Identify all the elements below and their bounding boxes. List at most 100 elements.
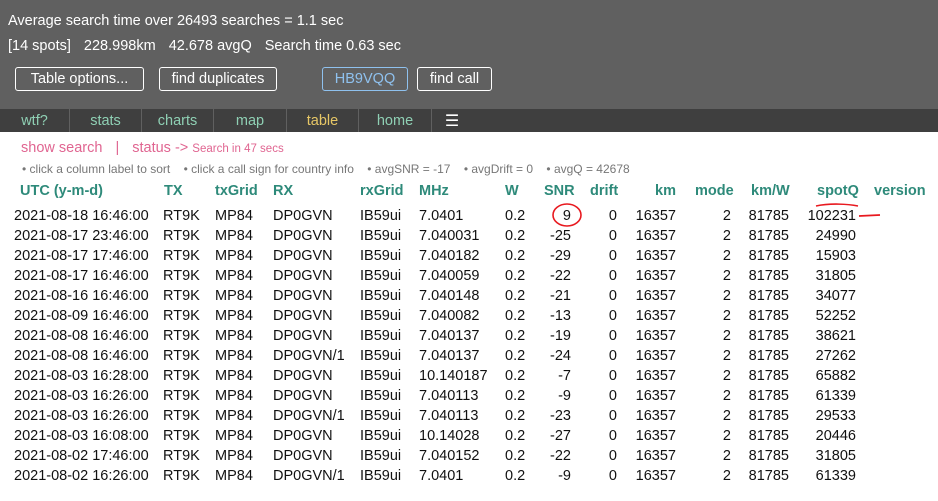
cell-tx[interactable]: RT9K: [163, 428, 200, 444]
col-utc[interactable]: UTC (y-m-d): [20, 183, 103, 199]
cell-tx[interactable]: RT9K: [163, 448, 200, 464]
cell-tx[interactable]: RT9K: [163, 208, 200, 224]
cell-tx[interactable]: RT9K: [163, 288, 200, 304]
status-detail: Search in 47 secs: [192, 143, 284, 155]
cell-w: 0.2: [505, 268, 526, 284]
hint-avg-q: • avgQ = 42678: [546, 162, 630, 176]
cell-kmw: 81785: [748, 368, 789, 384]
col-snr[interactable]: SNR: [544, 183, 575, 199]
cell-tx[interactable]: RT9K: [163, 348, 200, 364]
cell-rx[interactable]: DP0GVN: [273, 268, 333, 284]
cell-rx[interactable]: DP0GVN/1: [273, 408, 345, 424]
cell-snr: -25: [550, 228, 571, 244]
cell-tx[interactable]: RT9K: [163, 368, 200, 384]
col-version[interactable]: version: [874, 183, 926, 199]
nav-item-wtf[interactable]: wtf?: [0, 109, 70, 132]
cell-kmw: 81785: [748, 308, 789, 324]
col-spotq[interactable]: spotQ: [817, 183, 859, 199]
cell-drift: 0: [608, 208, 617, 224]
cell-mhz: 10.14028: [419, 428, 480, 444]
col-tx[interactable]: TX: [164, 183, 183, 199]
show-search-link[interactable]: show search: [21, 140, 102, 156]
cell-drift: 0: [608, 428, 617, 444]
col-mhz[interactable]: MHz: [419, 183, 449, 199]
cell-rx[interactable]: DP0GVN: [273, 248, 333, 264]
cell-km: 16357: [635, 328, 676, 344]
cell-rx[interactable]: DP0GVN/1: [273, 468, 345, 484]
cell-txgrid: MP84: [215, 348, 253, 364]
cell-w: 0.2: [505, 328, 526, 344]
cell-utc: 2021-08-08 16:46:00: [14, 348, 149, 364]
col-rx[interactable]: RX: [273, 183, 293, 199]
cell-mhz: 7.040113: [419, 408, 479, 424]
hamburger-menu-icon[interactable]: ☰: [432, 109, 472, 132]
cell-drift: 0: [608, 308, 617, 324]
cell-utc: 2021-08-02 16:26:00: [14, 468, 149, 484]
cell-utc: 2021-08-08 16:46:00: [14, 328, 149, 344]
col-mode[interactable]: mode: [695, 183, 734, 199]
cell-snr: -19: [550, 328, 571, 344]
cell-rx[interactable]: DP0GVN: [273, 388, 333, 404]
cell-rx[interactable]: DP0GVN: [273, 448, 333, 464]
cell-utc: 2021-08-18 16:46:00: [14, 208, 149, 224]
cell-tx[interactable]: RT9K: [163, 308, 200, 324]
nav-item-table[interactable]: table: [287, 109, 359, 132]
cell-rx[interactable]: DP0GVN/1: [273, 348, 345, 364]
cell-spotq: 27262: [815, 348, 856, 364]
cell-km: 16357: [635, 368, 676, 384]
cell-rx[interactable]: DP0GVN: [273, 428, 333, 444]
cell-utc: 2021-08-17 17:46:00: [14, 248, 149, 264]
cell-tx[interactable]: RT9K: [163, 388, 200, 404]
cell-rxgrid: IB59ui: [360, 368, 402, 384]
cell-rxgrid: IB59ui: [360, 328, 402, 344]
col-km[interactable]: km: [655, 183, 676, 199]
cell-kmw: 81785: [748, 268, 789, 284]
table-options-button[interactable]: Table options...: [15, 67, 144, 91]
cell-km: 16357: [635, 448, 676, 464]
cell-drift: 0: [608, 328, 617, 344]
cell-rx[interactable]: DP0GVN: [273, 368, 333, 384]
cell-rx[interactable]: DP0GVN: [273, 288, 333, 304]
nav-item-stats[interactable]: stats: [70, 109, 142, 132]
cell-mhz: 7.040152: [419, 448, 480, 464]
nav-item-map[interactable]: map: [214, 109, 287, 132]
cell-txgrid: MP84: [215, 448, 253, 464]
cell-tx[interactable]: RT9K: [163, 268, 200, 284]
cell-tx[interactable]: RT9K: [163, 408, 200, 424]
find-call-button[interactable]: find call: [417, 67, 492, 91]
cell-tx[interactable]: RT9K: [163, 228, 200, 244]
nav-item-charts[interactable]: charts: [142, 109, 214, 132]
cell-tx[interactable]: RT9K: [163, 468, 200, 484]
cell-mhz: 7.0401: [419, 468, 464, 484]
col-rxgrid[interactable]: rxGrid: [360, 183, 404, 199]
cell-rx[interactable]: DP0GVN: [273, 328, 333, 344]
cell-txgrid: MP84: [215, 288, 253, 304]
cell-tx[interactable]: RT9K: [163, 248, 200, 264]
cell-drift: 0: [608, 228, 617, 244]
cell-snr: -22: [550, 268, 571, 284]
status-label[interactable]: status ->: [132, 140, 188, 156]
col-kmw[interactable]: km/W: [751, 183, 790, 199]
cell-w: 0.2: [505, 248, 526, 264]
cell-rxgrid: IB59ui: [360, 348, 402, 364]
col-drift[interactable]: drift: [590, 183, 618, 199]
cell-rx[interactable]: DP0GVN: [273, 308, 333, 324]
cell-rxgrid: IB59ui: [360, 268, 402, 284]
cell-w: 0.2: [505, 468, 526, 484]
col-txgrid[interactable]: txGrid: [215, 183, 258, 199]
cell-rx[interactable]: DP0GVN: [273, 208, 333, 224]
cell-w: 0.2: [505, 288, 526, 304]
nav-item-home[interactable]: home: [359, 109, 432, 132]
cell-w: 0.2: [505, 368, 526, 384]
cell-drift: 0: [608, 448, 617, 464]
cell-spotq: 24990: [815, 228, 856, 244]
cell-mode: 2: [722, 228, 731, 244]
find-duplicates-button[interactable]: find duplicates: [159, 67, 277, 91]
cell-tx[interactable]: RT9K: [163, 328, 200, 344]
cell-mhz: 7.040137: [419, 328, 480, 344]
nav-bar: wtf? stats charts map table home ☰: [0, 109, 938, 132]
cell-kmw: 81785: [748, 468, 789, 484]
col-w[interactable]: W: [505, 183, 519, 199]
cell-rx[interactable]: DP0GVN: [273, 228, 333, 244]
callsign-input[interactable]: HB9VQQ: [322, 67, 408, 91]
